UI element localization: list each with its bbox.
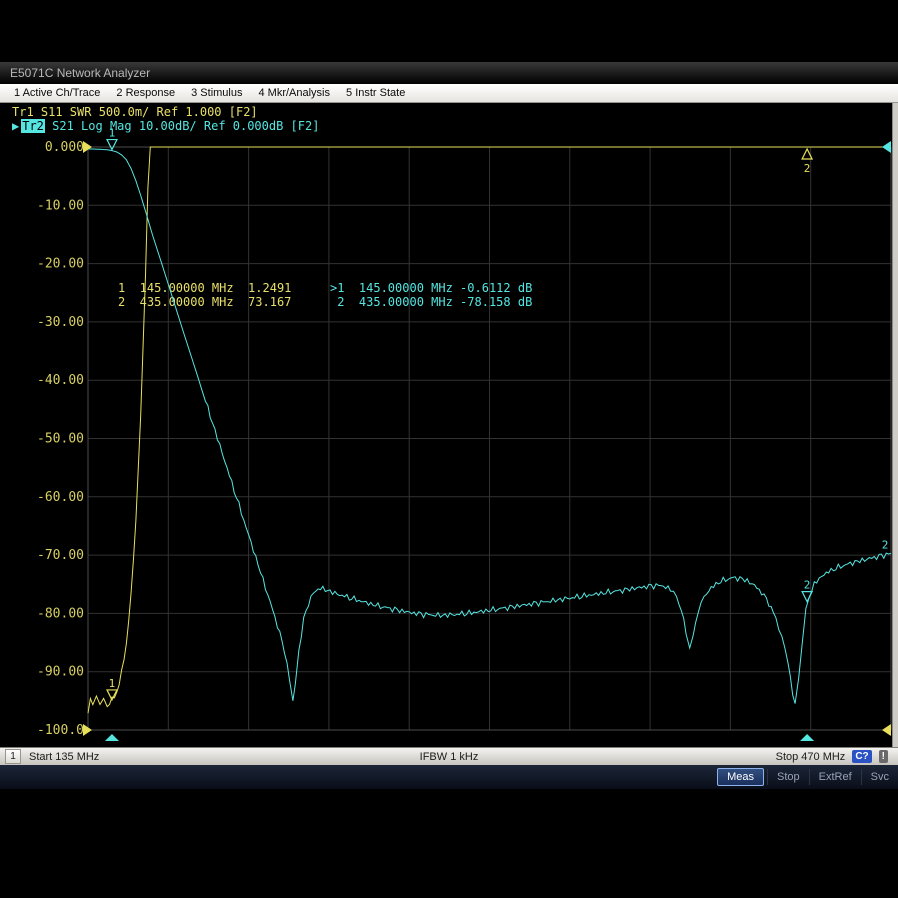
- marker2-tr1-number: 2: [804, 162, 811, 175]
- marker2-tr2-number: 2: [804, 579, 811, 592]
- y-axis-tick-label: -50.00: [37, 432, 84, 447]
- stop-button[interactable]: Stop: [767, 769, 809, 785]
- extref-button[interactable]: ExtRef: [809, 769, 861, 785]
- marker1-tr2-symbol[interactable]: [107, 140, 117, 150]
- marker1-tr1-number: 1: [109, 677, 116, 690]
- instrument-status-bar: Meas Stop ExtRef Svc: [0, 765, 898, 789]
- ref-position-arrow-right-top[interactable]: [882, 141, 891, 153]
- y-axis-tick-label: -30.00: [37, 315, 84, 330]
- y-axis-tick-label: -10.00: [37, 198, 84, 213]
- ifbw-readout: IFBW 1 kHz: [0, 751, 898, 763]
- marker2-stimulus-triangle[interactable]: [800, 734, 814, 741]
- marker1-tr2-number: 1: [109, 127, 116, 140]
- y-axis-tick-label: -90.00: [37, 665, 84, 680]
- y-axis-tick-label: 0.000: [45, 140, 84, 155]
- svc-button[interactable]: Svc: [861, 769, 898, 785]
- status-bar: 1 Start 135 MHz IFBW 1 kHz Stop 470 MHz …: [0, 747, 898, 765]
- meas-button[interactable]: Meas: [717, 768, 764, 786]
- y-axis-tick-label: -70.00: [37, 548, 84, 563]
- ref-position-arrow-right-bottom[interactable]: [882, 724, 891, 736]
- y-axis-tick-label: -100.0: [37, 723, 84, 738]
- trace2-end-number: 2: [882, 538, 889, 551]
- y-axis-tick-label: -40.00: [37, 373, 84, 388]
- y-axis-tick-label: -20.00: [37, 257, 84, 272]
- y-axis-tick-label: -60.00: [37, 490, 84, 505]
- marker1-stimulus-triangle[interactable]: [105, 734, 119, 741]
- softkey-scroll-strip: [892, 103, 898, 747]
- y-axis-tick-label: -80.00: [37, 606, 84, 621]
